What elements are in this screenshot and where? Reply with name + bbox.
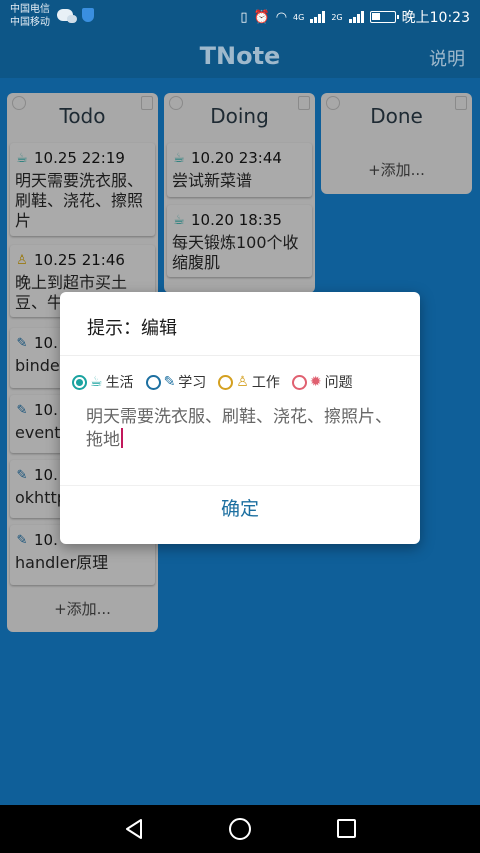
category-radio-group: ☕ 生活 ✎ 学习 ♙ 工作 ✹ 问题 — [72, 372, 365, 392]
column-corner-icon — [12, 96, 26, 110]
home-icon[interactable] — [229, 818, 251, 840]
radio-button[interactable] — [291, 374, 307, 390]
add-todo-button[interactable]: +添加... — [7, 598, 158, 619]
task-card[interactable]: ☕ 10.20 18:35 每天锻炼100个收缩腹肌 — [167, 205, 312, 277]
shield-icon — [82, 8, 94, 22]
card-time: 10. — [34, 401, 58, 419]
category-option-work[interactable]: ♙ 工作 — [218, 372, 280, 392]
status-icons: ▯ ⏰ ◠ 4G 2G 晚上10:23 — [240, 7, 470, 27]
category-label: 学习 — [178, 375, 207, 391]
category-label: 工作 — [251, 375, 280, 391]
help-button[interactable]: 说明 — [429, 45, 465, 71]
text-cursor — [121, 428, 123, 448]
column-title: Doing — [210, 104, 269, 128]
column-menu-icon[interactable] — [455, 96, 467, 110]
coffee-icon: ☕ — [173, 212, 185, 228]
dialog-title: 提示：编辑 — [87, 318, 177, 339]
pencil-icon: ✎ — [16, 532, 28, 548]
card-text: 尝试新菜谱 — [172, 171, 253, 190]
network-1: 4G — [293, 12, 305, 22]
column-menu-icon[interactable] — [141, 96, 153, 110]
radio-button[interactable] — [145, 374, 161, 390]
signal-icon-2 — [348, 11, 364, 23]
divider — [60, 355, 420, 356]
category-option-study[interactable]: ✎ 学习 — [145, 372, 207, 392]
task-card[interactable]: ☕ 10.25 22:19 明天需要洗衣服、刷鞋、浇花、擦照片 — [10, 143, 155, 236]
wifi-icon: ◠ — [275, 9, 288, 25]
note-edit-field[interactable]: 明天需要洗衣服、刷鞋、浇花、擦照片、拖地 — [86, 406, 396, 451]
navigation-bar — [0, 805, 480, 853]
back-icon[interactable] — [123, 818, 145, 840]
column-done: Done +添加... — [321, 93, 472, 194]
pencil-icon: ✎ — [16, 402, 28, 418]
carrier-2: 中国移动 — [10, 17, 50, 28]
category-label: 生活 — [105, 375, 134, 391]
coffee-icon: ☕ — [173, 150, 185, 166]
card-time: 10. — [34, 334, 58, 352]
coffee-icon: ☕ — [16, 150, 28, 166]
card-time: 10. — [34, 531, 58, 549]
battery-icon — [369, 11, 399, 23]
carrier-1: 中国电信 — [10, 4, 50, 15]
column-menu-icon[interactable] — [298, 96, 310, 110]
add-done-button[interactable]: +添加... — [321, 159, 472, 180]
category-option-problem[interactable]: ✹ 问题 — [291, 372, 353, 392]
vibrate-icon: ▯ — [240, 9, 248, 25]
worker-icon: ♙ — [236, 374, 249, 390]
task-card[interactable]: ☕ 10.20 23:44 尝试新菜谱 — [167, 143, 312, 197]
card-text: 每天锻炼100个收缩腹肌 — [172, 233, 299, 272]
recent-apps-icon[interactable] — [337, 819, 356, 838]
network-2: 2G — [331, 12, 343, 22]
card-text: handler原理 — [15, 553, 109, 572]
card-time: 10.20 18:35 — [191, 211, 282, 229]
alarm-icon: ⏰ — [253, 9, 270, 25]
pencil-icon: ✎ — [16, 467, 28, 483]
wechat-icon — [57, 9, 77, 23]
coffee-icon: ☕ — [90, 374, 103, 390]
column-corner-icon — [169, 96, 183, 110]
card-time: 10.20 23:44 — [191, 149, 282, 167]
pencil-icon: ✎ — [16, 335, 28, 351]
confirm-button[interactable]: 确定 — [60, 486, 420, 544]
edit-dialog: 提示：编辑 ☕ 生活 ✎ 学习 ♙ 工作 ✹ 问题 明天需要洗衣服、刷鞋、浇花、… — [60, 292, 420, 544]
app-bar: TNote 说明 — [0, 34, 480, 78]
status-bar: 中国电信 中国移动 ▯ ⏰ ◠ 4G 2G 晚上10:23 — [0, 0, 480, 34]
category-label: 问题 — [324, 375, 353, 391]
note-text: 明天需要洗衣服、刷鞋、浇花、擦照片、拖地 — [86, 407, 392, 450]
column-corner-icon — [326, 96, 340, 110]
bug-icon: ✹ — [309, 374, 322, 390]
carrier-info: 中国电信 中国移动 — [10, 3, 50, 29]
card-time: 10. — [34, 466, 58, 484]
card-time: 10.25 22:19 — [34, 149, 125, 167]
signal-icon — [310, 11, 326, 23]
column-title: Done — [370, 104, 423, 128]
column-doing: Doing ☕ 10.20 23:44 尝试新菜谱 ☕ 10.20 18:35 每天… — [164, 93, 315, 293]
worker-icon: ♙ — [16, 252, 28, 268]
category-option-life[interactable]: ☕ 生活 — [72, 372, 134, 392]
column-title: Todo — [59, 104, 106, 128]
card-time: 10.25 21:46 — [34, 251, 125, 269]
clock: 晚上10:23 — [401, 10, 470, 26]
radio-button[interactable] — [218, 374, 234, 390]
radio-button[interactable] — [72, 374, 87, 390]
card-text: 明天需要洗衣服、刷鞋、浇花、擦照片 — [15, 171, 144, 230]
pencil-icon: ✎ — [163, 374, 176, 390]
app-title: TNote — [199, 42, 281, 70]
